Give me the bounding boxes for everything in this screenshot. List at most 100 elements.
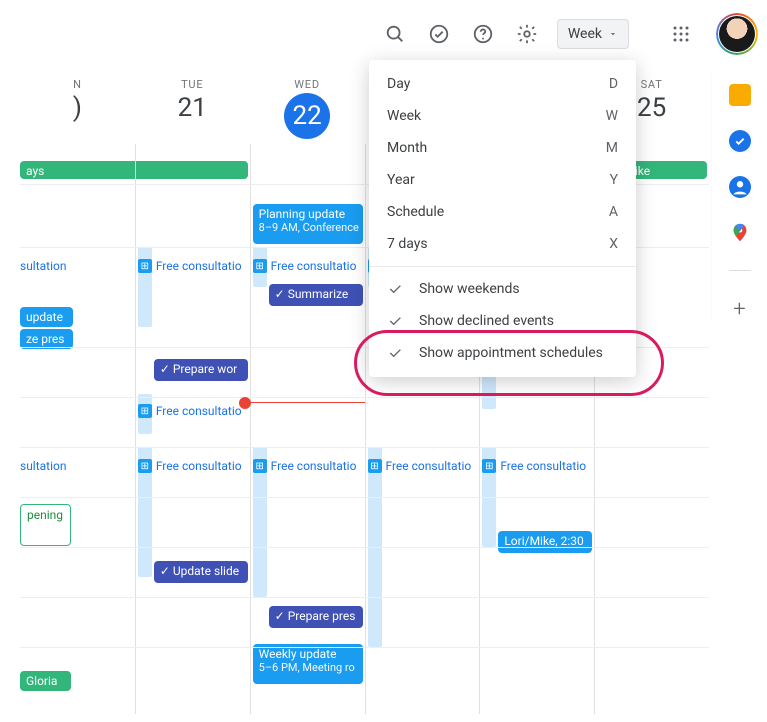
event-block[interactable]: ✓ Prepare wor [154, 359, 248, 381]
event-title: Update slide [173, 564, 239, 578]
event-title: Gloria [26, 674, 57, 688]
appointment-slot[interactable]: ⊞ Free consultatio [368, 459, 472, 473]
dropdown-shortcut: M [606, 140, 618, 156]
event-title: Prepare wor [173, 362, 237, 376]
appointment-slot[interactable]: sultation [20, 459, 67, 473]
event-block[interactable]: update [20, 307, 73, 327]
appointment-slot[interactable]: ⊞ Free consultatio [138, 459, 242, 473]
dropdown-item-schedule[interactable]: Schedule A [369, 196, 636, 228]
day-header[interactable]: WED 22 [250, 78, 365, 144]
slot-label: sultation [20, 459, 67, 473]
dropdown-item-label: Week [387, 108, 421, 124]
slot-label: sultation [20, 259, 67, 273]
toggle-show-weekends[interactable]: Show weekends [369, 273, 636, 305]
appointment-slot[interactable]: sultation [20, 259, 67, 273]
event-title: Prepare pres [288, 609, 356, 623]
dropdown-shortcut: D [609, 76, 618, 92]
appointment-slot[interactable]: ⊞ Free consultatio [138, 259, 242, 273]
event-title: Summarize [288, 287, 349, 301]
day-column[interactable]: Planning update 8–9 AM, Conference ⊞ Fre… [250, 144, 365, 714]
dropdown-separator [369, 266, 636, 267]
dropdown-shortcut: W [606, 108, 618, 124]
event-time: 2:30 [561, 534, 584, 548]
google-apps-icon[interactable] [661, 14, 701, 54]
event-block[interactable]: Lori/Mike, 2:30 [498, 531, 592, 553]
schedule-icon: ⊞ [138, 404, 152, 418]
slot-label: Free consultatio [156, 404, 242, 418]
schedule-icon: ⊞ [253, 459, 267, 473]
event-block[interactable]: Weekly update 5–6 PM, Meeting ro [253, 644, 363, 684]
day-column[interactable]: ays sultation update ze pres sultation p… [20, 144, 135, 714]
schedule-icon: ⊞ [482, 459, 496, 473]
toggle-label: Show weekends [419, 281, 520, 297]
event-block[interactable]: Gloria [20, 671, 71, 691]
event-block[interactable]: ✓ Prepare pres [269, 606, 363, 628]
toggle-show-declined[interactable]: Show declined events [369, 305, 636, 337]
view-dropdown: Day D Week W Month M Year Y Schedule A 7… [369, 60, 636, 377]
dropdown-shortcut: X [609, 236, 618, 252]
event-block[interactable]: Planning update 8–9 AM, Conference [253, 204, 363, 244]
dropdown-item-label: Year [387, 172, 415, 188]
event-title: update [26, 310, 63, 324]
event-subtitle: 5–6 PM, Meeting ro [259, 661, 357, 674]
event-title: pening [27, 508, 63, 522]
toggle-label: Show appointment schedules [419, 345, 603, 361]
event-block[interactable]: ✓ Summarize [269, 284, 363, 306]
event-subtitle: 8–9 AM, Conference [259, 221, 357, 234]
slot-label: Free consultatio [271, 459, 357, 473]
event-block[interactable]: ze pres [20, 329, 73, 349]
check-icon [387, 281, 403, 297]
dropdown-item-label: 7 days [387, 236, 428, 252]
dropdown-item-label: Day [387, 76, 410, 92]
day-header[interactable]: TUE 21 [135, 78, 250, 144]
side-panel: + [711, 74, 767, 322]
settings-gear-icon[interactable] [507, 14, 547, 54]
dropdown-item-year[interactable]: Year Y [369, 164, 636, 196]
event-title: ze pres [26, 332, 64, 346]
event-title: Weekly update [259, 647, 357, 661]
check-icon [387, 313, 403, 329]
slot-label: Free consultatio [156, 459, 242, 473]
toggle-show-appointment-schedules[interactable]: Show appointment schedules [369, 337, 636, 369]
day-column[interactable]: ⊞ Free consultatio ✓ Prepare wor ⊞ Free … [135, 144, 250, 714]
dropdown-item-label: Schedule [387, 204, 444, 220]
dropdown-shortcut: Y [610, 172, 618, 188]
slot-label: Free consultatio [500, 459, 586, 473]
appointment-slot[interactable]: ⊞ Free consultatio [253, 459, 357, 473]
dropdown-item-week[interactable]: Week W [369, 100, 636, 132]
dropdown-item-day[interactable]: Day D [369, 68, 636, 100]
side-app-keep[interactable] [729, 84, 751, 106]
dropdown-item-label: Month [387, 140, 427, 156]
dropdown-item-7days[interactable]: 7 days X [369, 228, 636, 260]
slot-label: Free consultatio [386, 459, 472, 473]
slot-label: Free consultatio [271, 259, 357, 273]
event-title: ays [26, 164, 44, 178]
side-app-maps[interactable] [729, 222, 751, 244]
event-title: Lori/Mike [504, 534, 555, 548]
day-header[interactable]: N ) [20, 78, 135, 144]
schedule-icon: ⊞ [138, 259, 152, 273]
appointment-slot[interactable]: ⊞ Free consultatio [138, 404, 242, 418]
side-add-addon[interactable]: + [733, 297, 745, 322]
schedule-icon: ⊞ [368, 459, 382, 473]
dropdown-shortcut: A [609, 204, 618, 220]
view-switcher-label: Week [568, 26, 602, 42]
side-divider [729, 270, 751, 271]
side-app-tasks[interactable] [729, 130, 751, 152]
schedule-icon: ⊞ [138, 459, 152, 473]
task-icon[interactable] [419, 14, 459, 54]
appointment-slot[interactable]: ⊞ Free consultatio [482, 459, 586, 473]
view-switcher[interactable]: Week [557, 19, 629, 49]
slot-label: Free consultatio [156, 259, 242, 273]
side-app-contacts[interactable] [729, 176, 751, 198]
search-icon[interactable] [375, 14, 415, 54]
event-block[interactable]: ✓ Update slide [154, 561, 248, 583]
account-avatar[interactable] [719, 16, 755, 52]
toggle-label: Show declined events [419, 313, 554, 329]
appointment-slot[interactable]: ⊞ Free consultatio [253, 259, 357, 273]
event-block[interactable]: pening [20, 504, 71, 546]
schedule-icon: ⊞ [253, 259, 267, 273]
event-title: Planning update [259, 207, 357, 221]
dropdown-item-month[interactable]: Month M [369, 132, 636, 164]
help-icon[interactable] [463, 14, 503, 54]
